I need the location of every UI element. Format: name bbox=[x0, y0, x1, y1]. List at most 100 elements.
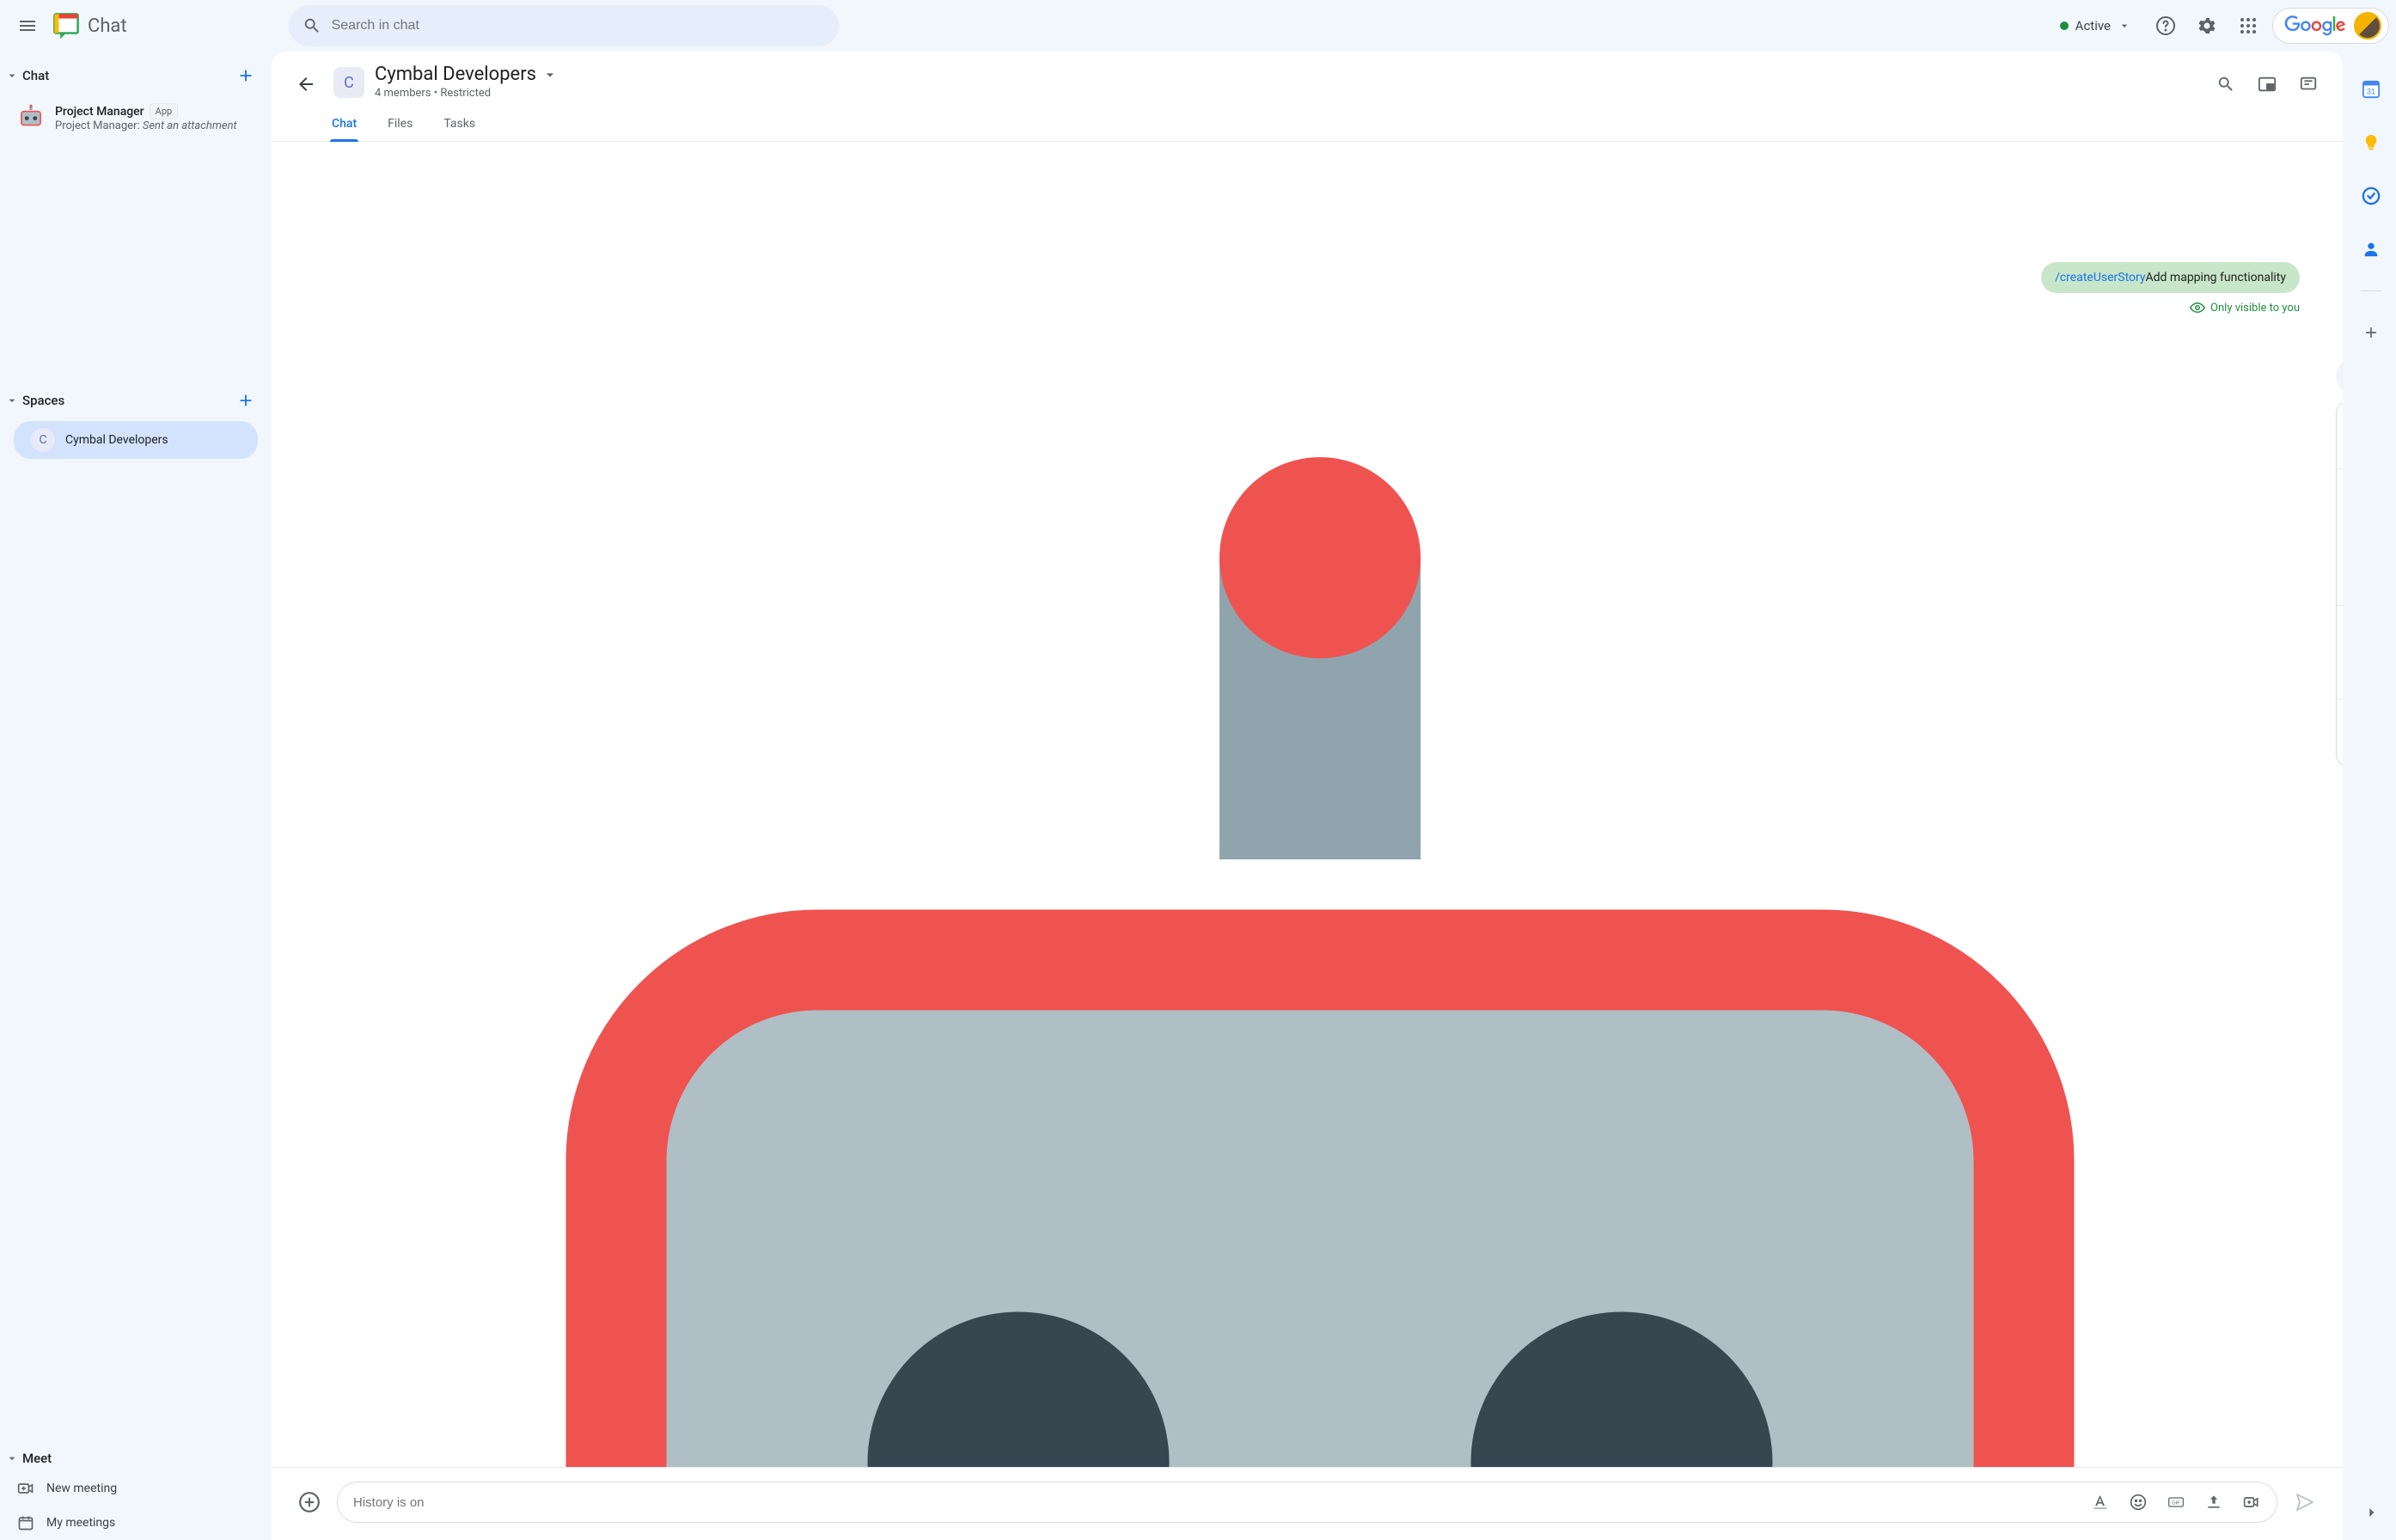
search-icon bbox=[303, 16, 321, 35]
card-header: Add mapping functionality ID: J5TI7jsnF2… bbox=[2337, 403, 2343, 468]
app-header: Chat Active bbox=[0, 0, 2396, 52]
panel-search-button[interactable] bbox=[2209, 67, 2243, 101]
new-space-button[interactable] bbox=[230, 385, 261, 416]
new-chat-button[interactable] bbox=[230, 60, 261, 91]
upload-button[interactable] bbox=[2199, 1488, 2228, 1517]
side-panel: 31 bbox=[2346, 52, 2396, 1540]
new-meeting-button[interactable]: New meeting bbox=[0, 1471, 272, 1506]
status-dot-icon bbox=[2060, 21, 2069, 30]
send-button[interactable] bbox=[2288, 1485, 2322, 1519]
back-button[interactable] bbox=[289, 67, 323, 101]
slash-command: /createUserStory bbox=[2055, 271, 2145, 284]
panel-title: Cymbal Developers bbox=[375, 64, 536, 85]
outgoing-text: Add mapping functionality bbox=[2146, 271, 2286, 284]
upload-icon bbox=[2205, 1494, 2222, 1511]
tasks-app-button[interactable] bbox=[2354, 179, 2388, 213]
picture-in-picture-icon bbox=[2258, 75, 2277, 94]
panel-avatar: C bbox=[333, 67, 364, 98]
panel-thread-button[interactable] bbox=[2291, 67, 2326, 101]
tab-tasks[interactable]: Tasks bbox=[442, 108, 477, 141]
emoji-icon bbox=[2130, 1494, 2147, 1511]
status-chip[interactable]: Active bbox=[2050, 13, 2142, 39]
send-icon bbox=[2295, 1492, 2315, 1512]
chevron-right-icon bbox=[2362, 1504, 2380, 1521]
app-body: Chat Project Manager App Pro bbox=[0, 52, 2396, 1540]
compose-input[interactable] bbox=[353, 1495, 2077, 1510]
google-calendar-icon: 31 bbox=[2362, 80, 2381, 99]
incoming-body: Project Manager App @Charlie C created a… bbox=[2336, 336, 2343, 1468]
gif-button[interactable]: GIF bbox=[2161, 1488, 2191, 1517]
plus-icon bbox=[236, 66, 255, 85]
bot-avatar-icon bbox=[315, 357, 2326, 1468]
video-plus-icon bbox=[17, 1480, 34, 1497]
emoji-button[interactable] bbox=[2124, 1488, 2153, 1517]
main-area: C Cymbal Developers 4 members • Restrict… bbox=[272, 52, 2396, 1540]
header-right: Active bbox=[2050, 8, 2389, 44]
app-badge: App bbox=[150, 103, 179, 119]
contacts-app-button[interactable] bbox=[2354, 232, 2388, 266]
get-addons-button[interactable] bbox=[2354, 315, 2388, 350]
help-button[interactable] bbox=[2148, 9, 2183, 43]
search-icon bbox=[2216, 75, 2235, 94]
plus-icon bbox=[236, 391, 255, 410]
tabs: Chat Files Tasks bbox=[272, 108, 2343, 142]
user-story-card: Add mapping functionality ID: J5TI7jsnF2… bbox=[2336, 402, 2343, 766]
gif-icon: GIF bbox=[2167, 1494, 2185, 1511]
calendar-app-button[interactable]: 31 bbox=[2354, 72, 2388, 107]
plus-circle-icon bbox=[298, 1491, 321, 1513]
format-text-icon bbox=[2092, 1494, 2109, 1511]
account-switcher[interactable] bbox=[2272, 8, 2389, 44]
chat-lines-icon bbox=[2299, 75, 2318, 94]
panel-title-button[interactable]: Cymbal Developers bbox=[375, 64, 2198, 85]
panel-pip-button[interactable] bbox=[2250, 67, 2284, 101]
chat-section-toggle[interactable]: Chat bbox=[5, 68, 49, 83]
outgoing-bubble[interactable]: /createUserStoryAdd mapping functionalit… bbox=[2041, 262, 2300, 293]
spaces-section-header: Spaces bbox=[0, 380, 272, 421]
incoming-message: Project Manager App @Charlie C created a… bbox=[315, 336, 2326, 1468]
meet-section-toggle[interactable]: Meet bbox=[5, 1451, 52, 1466]
section-title: Spaces bbox=[22, 393, 64, 408]
card-fields: PRIORITY - SIZE - ASSIGNED TO - bbox=[2337, 606, 2343, 699]
user-avatar[interactable] bbox=[2354, 12, 2381, 40]
my-meetings-label: My meetings bbox=[46, 1516, 115, 1530]
search-input[interactable] bbox=[332, 18, 825, 34]
apps-grid-icon bbox=[2240, 17, 2257, 34]
apps-button[interactable] bbox=[2231, 9, 2265, 43]
chat-section-header: Chat bbox=[0, 55, 272, 96]
compose-row: GIF bbox=[272, 1468, 2343, 1540]
bot-avatar-icon bbox=[17, 103, 45, 131]
my-meetings-button[interactable]: My meetings bbox=[0, 1506, 272, 1540]
panel-meta: 4 members • Restricted bbox=[375, 87, 2198, 100]
chat-item-project-manager[interactable]: Project Manager App Project Manager: Sen… bbox=[0, 96, 258, 139]
eye-icon bbox=[2190, 300, 2205, 315]
main-menu-button[interactable] bbox=[7, 5, 48, 46]
keep-app-button[interactable] bbox=[2354, 125, 2388, 160]
compose-box[interactable]: GIF bbox=[337, 1482, 2277, 1523]
search-box[interactable] bbox=[289, 5, 839, 46]
chevron-down-icon bbox=[541, 66, 559, 83]
space-item-cymbal-developers[interactable]: C Cymbal Developers bbox=[14, 421, 258, 459]
chevron-down-icon bbox=[2118, 19, 2131, 33]
add-attachment-button[interactable] bbox=[292, 1485, 327, 1519]
app-logo[interactable]: Chat bbox=[52, 11, 127, 40]
search-container bbox=[289, 5, 839, 46]
section-title: Chat bbox=[22, 68, 49, 83]
svg-text:GIF: GIF bbox=[2172, 1501, 2180, 1506]
section-title: Meet bbox=[22, 1451, 52, 1466]
new-meeting-label: New meeting bbox=[46, 1482, 117, 1495]
status-text: Active bbox=[2075, 18, 2111, 34]
tab-files[interactable]: Files bbox=[386, 108, 414, 141]
help-icon bbox=[2155, 15, 2176, 36]
spaces-section-toggle[interactable]: Spaces bbox=[5, 393, 64, 408]
app-logo-text: Chat bbox=[88, 15, 127, 37]
chat-logo-icon bbox=[52, 11, 81, 40]
arrow-left-icon bbox=[296, 74, 316, 95]
tab-chat[interactable]: Chat bbox=[330, 108, 358, 141]
panel-header: C Cymbal Developers 4 members • Restrict… bbox=[272, 52, 2343, 101]
caret-down-icon bbox=[5, 394, 19, 407]
video-button[interactable] bbox=[2237, 1488, 2266, 1517]
settings-button[interactable] bbox=[2190, 9, 2224, 43]
collapse-panel-button[interactable] bbox=[2354, 1495, 2388, 1530]
format-button[interactable] bbox=[2086, 1488, 2115, 1517]
visibility-note: Only visible to you bbox=[2190, 300, 2300, 315]
